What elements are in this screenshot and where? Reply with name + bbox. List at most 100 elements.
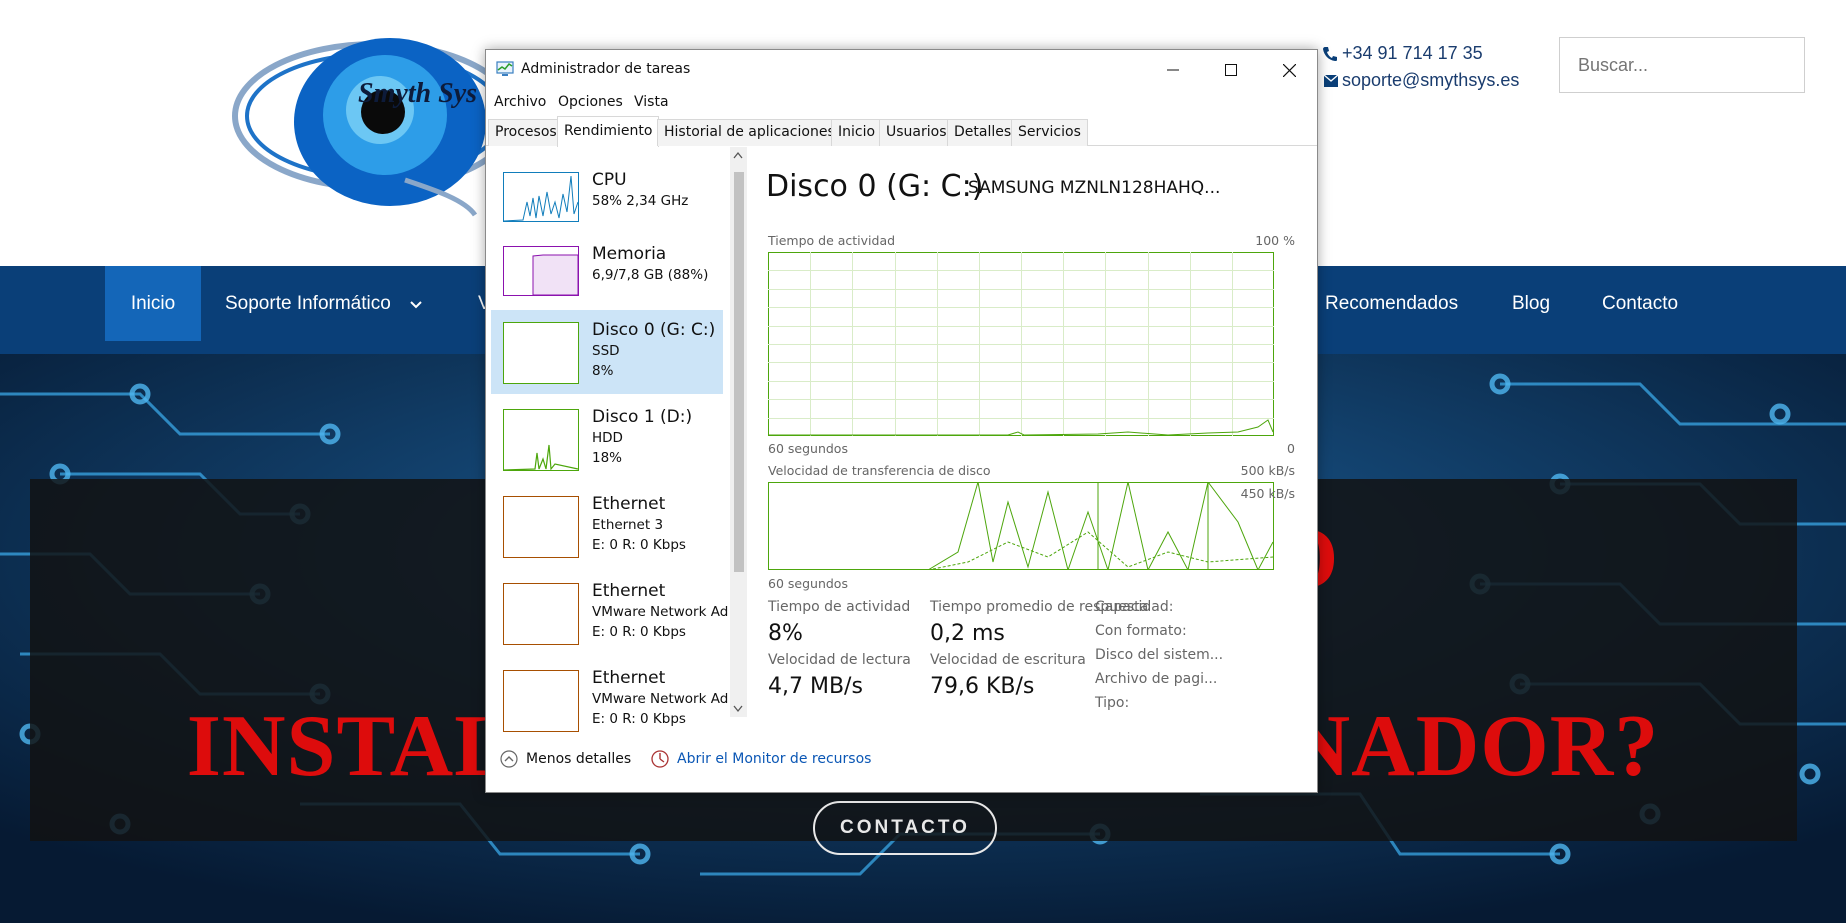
contact-button[interactable]: CONTACTO bbox=[813, 801, 997, 855]
disk0-mini-graph bbox=[503, 322, 579, 384]
nav-item-blog[interactable]: Blog bbox=[1512, 266, 1550, 341]
menu-archivo[interactable]: Archivo bbox=[494, 94, 546, 110]
graph1-time: 60 segundos bbox=[768, 441, 848, 456]
nav-item-inicio[interactable]: Inicio bbox=[105, 266, 201, 341]
nav-item-recomendados[interactable]: Recomendados bbox=[1325, 266, 1458, 341]
tab-bar: Procesos Rendimiento Historial de aplica… bbox=[486, 116, 1317, 147]
tab-rendimiento[interactable]: Rendimiento bbox=[557, 116, 660, 147]
phone-icon bbox=[1318, 46, 1338, 62]
sidebar-item-value: E: 0 R: 0 Kbps bbox=[592, 537, 686, 553]
response-value: 0,2 ms bbox=[930, 621, 1005, 646]
sidebar-item-disco1[interactable]: Disco 1 (D:) HDD 18% bbox=[491, 397, 723, 481]
sidebar-item-ethernet-3[interactable]: Ethernet VMware Network Ad E: 0 R: 0 Kbp… bbox=[491, 658, 728, 742]
sidebar-item-label: Ethernet bbox=[592, 581, 666, 601]
sidebar-item-label: Ethernet bbox=[592, 494, 666, 514]
chevron-up-circle-icon bbox=[500, 750, 518, 768]
sidebar-item-value: 6,9/7,8 GB (88%) bbox=[592, 267, 709, 283]
memory-mini-graph bbox=[503, 246, 579, 296]
logo-wordmark: Smyth Sys bbox=[358, 78, 478, 109]
graph2-mark: 450 kB/s bbox=[1240, 486, 1295, 501]
tab-historial[interactable]: Historial de aplicaciones bbox=[657, 119, 842, 146]
contact-info: +34 91 714 17 35 soporte@smythsys.es bbox=[1318, 40, 1519, 94]
ethernet3-mini-graph bbox=[503, 670, 579, 732]
sidebar-item-cpu[interactable]: CPU 58% 2,34 GHz bbox=[491, 160, 723, 244]
prop-disco-sistema: Disco del sistem... bbox=[1095, 647, 1224, 663]
open-monitor-label: Abrir el Monitor de recursos bbox=[677, 751, 872, 767]
graph1-min: 0 bbox=[1287, 441, 1295, 456]
menu-opciones[interactable]: Opciones bbox=[558, 94, 623, 110]
tab-usuarios[interactable]: Usuarios bbox=[879, 119, 954, 146]
sidebar-item-label: Disco 0 (G: C:) bbox=[592, 320, 716, 340]
graph2-label: Velocidad de transferencia de disco bbox=[768, 463, 991, 478]
write-label: Velocidad de escritura bbox=[930, 652, 1086, 668]
disk-model: SAMSUNG MZNLN128HAHQ... bbox=[968, 178, 1221, 198]
window-title: Administrador de tareas bbox=[521, 61, 691, 77]
sidebar-item-label: CPU bbox=[592, 170, 627, 190]
chevron-down-icon bbox=[410, 266, 422, 341]
read-label: Velocidad de lectura bbox=[768, 652, 911, 668]
scroll-up-icon[interactable] bbox=[733, 151, 743, 159]
sidebar-item-ethernet-1[interactable]: Ethernet Ethernet 3 E: 0 R: 0 Kbps bbox=[491, 484, 723, 568]
graph1-max: 100 % bbox=[1255, 233, 1295, 248]
task-manager-footer: Menos detalles Abrir el Monitor de recur… bbox=[486, 750, 1317, 790]
sidebar-item-disco0[interactable]: Disco 0 (G: C:) SSD 8% bbox=[491, 310, 723, 394]
sidebar-item-type: SSD bbox=[592, 343, 620, 359]
sidebar-item-label: Ethernet bbox=[592, 668, 666, 688]
read-value: 4,7 MB/s bbox=[768, 674, 863, 699]
prop-formato: Con formato: bbox=[1095, 623, 1187, 639]
sidebar-item-value: 58% 2,34 GHz bbox=[592, 193, 689, 209]
resource-monitor-icon bbox=[651, 750, 669, 768]
disk-detail-panel: Disco 0 (G: C:) SAMSUNG MZNLN128HAHQ... … bbox=[751, 147, 1317, 767]
activity-value: 8% bbox=[768, 621, 803, 646]
task-manager-icon bbox=[496, 61, 514, 81]
search-input[interactable] bbox=[1559, 37, 1805, 93]
nav-item-soporte-label: Soporte Informático bbox=[225, 293, 391, 314]
nav-item-contacto[interactable]: Contacto bbox=[1602, 266, 1678, 341]
tab-detalles[interactable]: Detalles bbox=[947, 119, 1019, 146]
ethernet2-mini-graph bbox=[503, 583, 579, 645]
activity-label: Tiempo de actividad bbox=[768, 599, 911, 615]
menu-bar: Archivo Opciones Vista bbox=[486, 90, 1317, 114]
sidebar-item-value: 8% bbox=[592, 363, 614, 379]
graph1-label: Tiempo de actividad bbox=[768, 233, 896, 248]
maximize-button[interactable] bbox=[1202, 50, 1260, 90]
cpu-mini-graph bbox=[503, 172, 579, 222]
email-address[interactable]: soporte@smythsys.es bbox=[1342, 70, 1519, 91]
prop-archivo-paginacion: Archivo de pagi... bbox=[1095, 671, 1218, 687]
scroll-down-icon[interactable] bbox=[733, 705, 743, 713]
sidebar-item-label: Memoria bbox=[592, 244, 667, 264]
less-details-label: Menos detalles bbox=[526, 751, 632, 767]
sidebar-item-value: E: 0 R: 0 Kbps bbox=[592, 624, 686, 640]
sidebar-scroll-thumb[interactable] bbox=[734, 172, 744, 572]
less-details-link[interactable]: Menos detalles bbox=[500, 750, 631, 768]
sidebar-item-value: 18% bbox=[592, 450, 623, 466]
close-button[interactable] bbox=[1260, 50, 1317, 90]
performance-sidebar: CPU 58% 2,34 GHz Memoria 6,9/7,8 GB (88%… bbox=[486, 147, 751, 767]
disk1-mini-graph bbox=[503, 409, 579, 471]
task-manager-window: Administrador de tareas Archivo Opciones… bbox=[485, 49, 1318, 793]
sidebar-item-ethernet-2[interactable]: Ethernet VMware Network Ad E: 0 R: 0 Kbp… bbox=[491, 571, 728, 655]
tab-procesos[interactable]: Procesos bbox=[488, 119, 564, 146]
envelope-icon bbox=[1318, 74, 1338, 87]
sidebar-item-label: Disco 1 (D:) bbox=[592, 407, 693, 427]
sidebar-item-adapter: VMware Network Ad bbox=[592, 604, 729, 620]
smythsys-logo[interactable] bbox=[215, 30, 505, 220]
activity-time-graph bbox=[768, 252, 1274, 436]
tab-inicio[interactable]: Inicio bbox=[831, 119, 883, 146]
prop-tipo: Tipo: bbox=[1095, 695, 1130, 711]
phone-number[interactable]: +34 91 714 17 35 bbox=[1342, 43, 1483, 64]
ethernet1-mini-graph bbox=[503, 496, 579, 558]
tab-servicios[interactable]: Servicios bbox=[1011, 119, 1088, 146]
disk-title: Disco 0 (G: C:) bbox=[766, 169, 984, 204]
menu-vista[interactable]: Vista bbox=[634, 94, 669, 110]
minimize-button[interactable] bbox=[1144, 50, 1202, 90]
sidebar-item-adapter: VMware Network Ad bbox=[592, 691, 729, 707]
write-value: 79,6 KB/s bbox=[930, 674, 1035, 699]
sidebar-item-value: E: 0 R: 0 Kbps bbox=[592, 711, 686, 727]
open-resource-monitor-link[interactable]: Abrir el Monitor de recursos bbox=[651, 750, 871, 768]
prop-capacidad: Capacidad: bbox=[1095, 599, 1174, 615]
title-bar[interactable]: Administrador de tareas bbox=[486, 50, 1317, 90]
sidebar-item-memoria[interactable]: Memoria 6,9/7,8 GB (88%) bbox=[491, 234, 723, 318]
graph2-time: 60 segundos bbox=[768, 576, 848, 591]
nav-item-soporte[interactable]: Soporte Informático bbox=[225, 266, 422, 341]
